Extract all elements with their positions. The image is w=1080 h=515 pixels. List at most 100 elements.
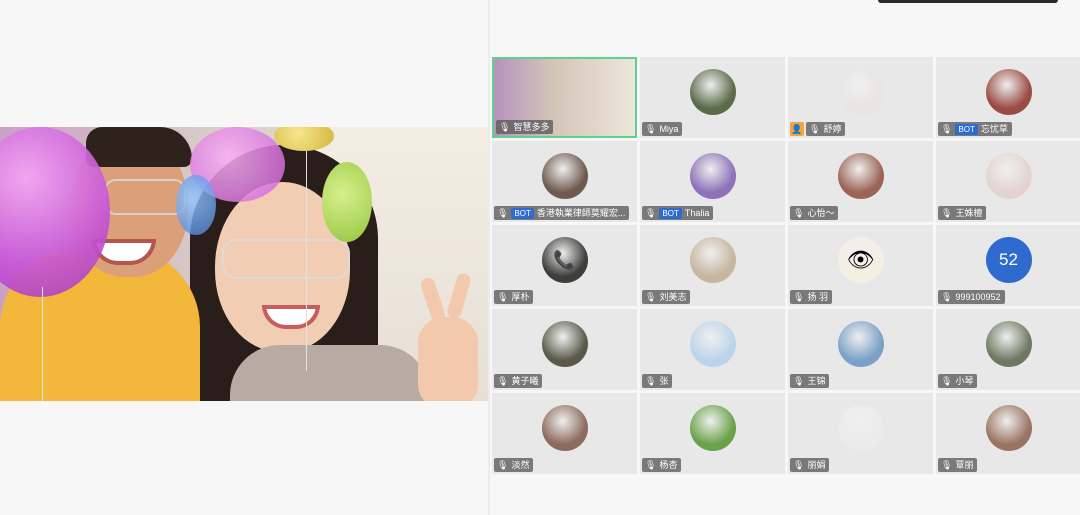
bot-badge: BOT <box>955 123 978 135</box>
name-tag: 🎙 小琴 <box>938 374 978 388</box>
participant-tile[interactable]: 🎙 丽娟 <box>788 393 933 474</box>
bot-badge: BOT <box>659 207 682 219</box>
name-tag: 🎙 舒婷 <box>806 122 846 136</box>
participant-name: 淡然 <box>511 460 530 470</box>
panel-divider <box>488 0 490 515</box>
participant-tile[interactable]: 👁 🎙 扬 羽 <box>788 225 933 306</box>
name-tag: 🎙 心怡～ <box>790 206 839 220</box>
name-tag: 🎙 厚朴 <box>494 290 534 304</box>
avatar <box>541 153 588 199</box>
name-tag: 🎙 杨杏 <box>642 458 682 472</box>
name-tag: 🎙 王锦 <box>790 374 830 388</box>
name-tag: 🎙 丽娟 <box>790 458 830 472</box>
name-tag: 🎙 BOT 忘忧草 <box>938 122 1012 136</box>
avatar <box>985 69 1032 115</box>
participant-name: 扬 羽 <box>807 292 828 302</box>
participant-name: 香港執業律師莫耀宏... <box>536 208 626 218</box>
avatar: 52 <box>985 237 1032 283</box>
avatar <box>985 405 1032 451</box>
mic-icon: 🎙 <box>941 292 953 302</box>
mic-icon: 🎙 <box>497 460 509 470</box>
participant-tile[interactable]: 🎙 智慧多多 <box>492 57 637 138</box>
participant-tile[interactable]: 🎙 Miya <box>640 57 785 138</box>
host-badge: 👤 <box>790 122 804 136</box>
avatar <box>689 321 736 367</box>
participant-tile[interactable]: 🎙 淡然 <box>492 393 637 474</box>
name-tag: 🎙 淡然 <box>494 458 534 472</box>
avatar <box>985 321 1032 367</box>
person-hair <box>86 127 192 167</box>
person-shirt <box>230 345 430 401</box>
name-tag: 🎙 张 <box>642 374 673 388</box>
mic-icon: 🎙 <box>941 208 953 218</box>
participant-tile[interactable]: 🎙 张 <box>640 309 785 390</box>
avatar <box>689 153 736 199</box>
glasses <box>222 239 350 279</box>
participant-tile[interactable]: 🎙 心怡～ <box>788 141 933 222</box>
name-tag: 🎙 黄子曦 <box>494 374 543 388</box>
avatar <box>689 69 736 115</box>
avatar <box>837 153 884 199</box>
participant-name: 厚朴 <box>511 292 530 302</box>
participant-name: 舒婷 <box>823 124 842 134</box>
participant-name: 忘忧草 <box>980 124 1008 134</box>
balloon <box>176 175 216 235</box>
name-tag: 🎙 BOT 香港執業律師莫耀宏... <box>494 206 630 220</box>
mic-icon: 🎙 <box>497 208 509 218</box>
hand <box>418 317 478 401</box>
mic-icon: 🎙 <box>941 376 953 386</box>
participant-tile[interactable]: 52 🎙 999100952 <box>936 225 1080 306</box>
participant-tile[interactable]: 🎙 BOT 忘忧草 <box>936 57 1080 138</box>
participant-name: 王锦 <box>807 376 826 386</box>
participant-name: Thalia <box>684 208 710 218</box>
mic-icon: 🎙 <box>645 292 657 302</box>
balloon-string <box>42 287 43 401</box>
eye-icon: 👁 <box>837 237 884 283</box>
participant-name: 刘美志 <box>659 292 687 302</box>
name-tag: 🎙 刘美志 <box>642 290 691 304</box>
participant-tile[interactable]: 🎙 小琴 <box>936 309 1080 390</box>
mic-icon: 🎙 <box>645 376 657 386</box>
participant-name: Miya <box>659 124 679 134</box>
name-tag: 🎙 Miya <box>642 122 683 136</box>
participant-tile[interactable]: 🎙 王锦 <box>788 309 933 390</box>
mic-icon: 🎙 <box>809 124 821 134</box>
participant-tile[interactable]: 🎙 BOT 香港執業律師莫耀宏... <box>492 141 637 222</box>
participant-name: 黄子曦 <box>511 376 539 386</box>
avatar <box>541 321 588 367</box>
participant-name: 覃丽 <box>955 460 974 470</box>
name-tag: 🎙 BOT Thalia <box>642 206 714 220</box>
mic-icon: 🎙 <box>793 376 805 386</box>
participant-name: 999100952 <box>955 292 1001 302</box>
name-tag: 🎙 扬 羽 <box>790 290 832 304</box>
participant-tile[interactable]: 🎙 BOT Thalia <box>640 141 785 222</box>
name-tag: 🎙 智慧多多 <box>496 120 554 134</box>
window-top-bar <box>878 0 1058 3</box>
name-tag: 🎙 王姝檀 <box>938 206 987 220</box>
mic-icon: 🎙 <box>645 460 657 470</box>
avatar <box>985 153 1032 199</box>
avatar <box>837 69 884 115</box>
speaker-video[interactable] <box>0 127 488 401</box>
mic-icon: 🎙 <box>793 292 805 302</box>
avatar <box>837 321 884 367</box>
participant-name: 王姝檀 <box>955 208 983 218</box>
glasses <box>104 179 186 215</box>
avatar <box>837 405 884 451</box>
participant-tile[interactable]: 🎙 王姝檀 <box>936 141 1080 222</box>
participant-tile[interactable]: 🎙 杨杏 <box>640 393 785 474</box>
mic-icon: 🎙 <box>645 208 657 218</box>
participant-tile[interactable]: 🎙 覃丽 <box>936 393 1080 474</box>
mic-icon: 🎙 <box>497 292 509 302</box>
name-tag: 🎙 覃丽 <box>938 458 978 472</box>
participant-name: 心怡～ <box>807 208 835 218</box>
mic-icon: 🎙 <box>499 122 511 132</box>
bot-badge: BOT <box>511 207 534 219</box>
participant-tile[interactable]: 🎙 刘美志 <box>640 225 785 306</box>
participant-tile[interactable]: 📞 🎙 厚朴 <box>492 225 637 306</box>
participant-name: 杨杏 <box>659 460 678 470</box>
participant-tile[interactable]: 🎙 黄子曦 <box>492 309 637 390</box>
participant-name: 智慧多多 <box>513 122 550 132</box>
participant-name: 张 <box>659 376 669 386</box>
participant-tile[interactable]: 👤 🎙 舒婷 <box>788 57 933 138</box>
